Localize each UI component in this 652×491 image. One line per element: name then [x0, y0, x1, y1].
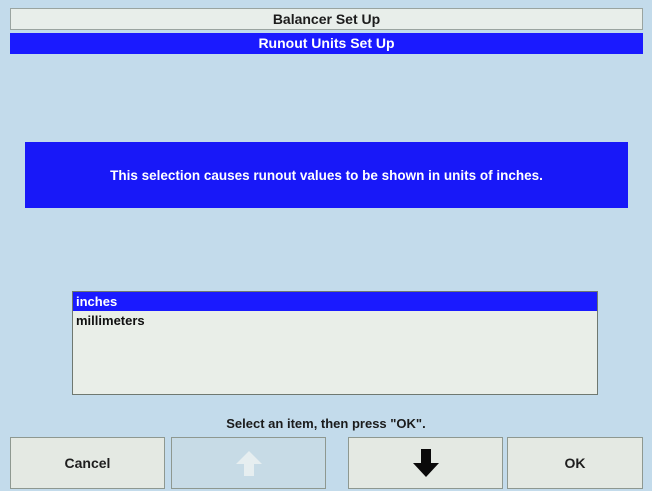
move-down-button[interactable]	[348, 437, 503, 489]
move-up-button[interactable]	[171, 437, 326, 489]
button-row: Cancel OK	[10, 437, 643, 491]
page-subtitle: Runout Units Set Up	[10, 33, 643, 54]
info-message: This selection causes runout values to b…	[110, 167, 543, 183]
instruction-text: Select an item, then press "OK".	[226, 416, 426, 431]
window-title: Balancer Set Up	[10, 8, 643, 30]
arrow-down-icon	[411, 447, 441, 479]
list-item-millimeters[interactable]: millimeters	[73, 311, 597, 330]
cancel-button-label: Cancel	[64, 455, 111, 471]
info-message-box: This selection causes runout values to b…	[25, 142, 628, 208]
ok-button-label: OK	[564, 455, 586, 471]
list-item-inches[interactable]: inches	[73, 292, 597, 311]
screen: Balancer Set Up Runout Units Set Up This…	[0, 0, 652, 491]
units-list: inches millimeters	[72, 291, 598, 395]
cancel-button[interactable]: Cancel	[10, 437, 165, 489]
ok-button[interactable]: OK	[507, 437, 643, 489]
arrow-up-icon	[234, 448, 264, 478]
